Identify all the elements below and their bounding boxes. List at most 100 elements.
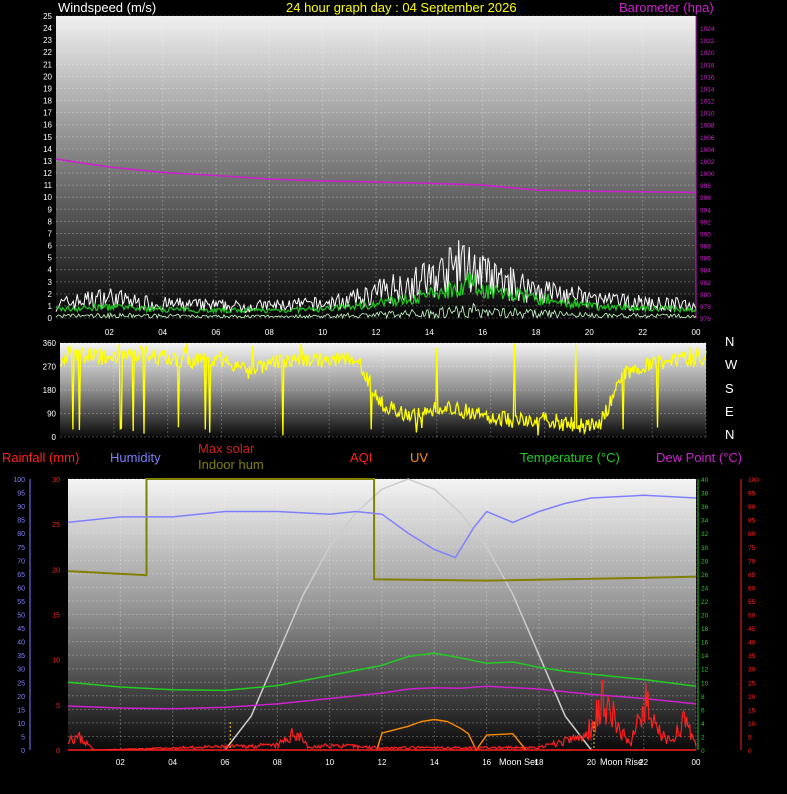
humidity-y-tick: 90 [17, 504, 25, 511]
barometer-y-tick: 990 [700, 231, 711, 238]
humidity-y-tick: 70 [17, 558, 25, 565]
wind-y-tick: 12 [43, 169, 52, 178]
aqi-y-tick: 30 [748, 667, 756, 674]
barometer-y-tick: 1018 [700, 62, 715, 69]
aqi-y-tick: 75 [748, 545, 756, 552]
wind-y-tick: 2 [48, 290, 53, 299]
aqi-y-tick: 10 [748, 721, 756, 728]
temp-x-tick: 16 [482, 758, 491, 767]
wind-y-tick: 10 [43, 193, 52, 202]
aqi-y-tick: 5 [748, 734, 752, 741]
barometer-y-tick: 1008 [700, 123, 715, 130]
temperature-y-tick: 0 [701, 748, 705, 755]
wind-x-tick: 22 [638, 328, 647, 337]
wind-x-tick: 16 [478, 328, 487, 337]
wind-y-tick: 21 [43, 60, 52, 69]
wind-x-tick: 12 [372, 328, 381, 337]
wind-y-tick: 9 [48, 205, 53, 214]
barometer-y-tick: 982 [700, 280, 711, 287]
wind-y-tick: 5 [48, 254, 53, 263]
barometer-y-tick: 1014 [700, 86, 715, 93]
temp-x-tick: 00 [692, 758, 701, 767]
barometer-y-tick: 1002 [700, 159, 715, 166]
temp-x-tick: 12 [378, 758, 387, 767]
moon-rise-marker: Moon Rise [600, 757, 643, 767]
temp-x-tick: 14 [430, 758, 439, 767]
temperature-y-tick: 6 [701, 707, 705, 714]
wind-y-tick: 20 [43, 72, 52, 81]
barometer-y-tick: 1020 [700, 50, 715, 57]
barometer-y-tick: 1006 [700, 135, 715, 142]
temperature-y-tick: 10 [701, 680, 709, 687]
humidity-y-tick: 60 [17, 585, 25, 592]
wind-y-tick: 4 [48, 266, 53, 275]
aqi-y-tick: 25 [748, 680, 756, 687]
wind-y-tick: 25 [43, 12, 52, 21]
temperature-y-tick: 38 [701, 491, 709, 498]
barometer-y-tick: 1022 [700, 38, 715, 45]
wind-y-tick: 0 [48, 314, 53, 323]
aqi-y-tick: 0 [748, 748, 752, 755]
temp-x-tick: 04 [168, 758, 177, 767]
wind-y-tick: 6 [48, 242, 53, 251]
humidity-y-tick: 15 [17, 707, 25, 714]
temperature-y-tick: 28 [701, 558, 709, 565]
barometer-y-tick: 980 [700, 292, 711, 299]
temperature-y-tick: 16 [701, 640, 709, 647]
wind-x-tick: 00 [692, 328, 701, 337]
wind-y-tick: 7 [48, 229, 53, 238]
barometer-y-tick: 1000 [700, 171, 715, 178]
temperature-y-tick: 34 [701, 518, 709, 525]
humidity-y-tick: 85 [17, 518, 25, 525]
wind-y-tick: 22 [43, 48, 52, 57]
temperature-y-tick: 36 [701, 504, 709, 511]
temperature-y-tick: 2 [701, 734, 705, 741]
rainfall-y-tick: 5 [56, 703, 60, 710]
barometer-y-tick: 994 [700, 207, 711, 214]
wind-y-tick: 18 [43, 97, 52, 106]
temperature-y-tick: 22 [701, 599, 709, 606]
direction-y-tick: 270 [43, 363, 57, 372]
aqi-y-tick: 80 [748, 531, 756, 538]
aqi-y-tick: 35 [748, 653, 756, 660]
aqi-y-tick: 70 [748, 558, 756, 565]
humidity-y-tick: 20 [17, 694, 25, 701]
aqi-y-tick: 55 [748, 599, 756, 606]
humidity-y-tick: 10 [17, 721, 25, 728]
wind-y-tick: 16 [43, 121, 52, 130]
wind-y-tick: 23 [43, 36, 52, 45]
wind-y-tick: 17 [43, 109, 52, 118]
temp-x-tick: 20 [587, 758, 596, 767]
barometer-y-tick: 986 [700, 256, 711, 263]
humidity-y-tick: 50 [17, 613, 25, 620]
temperature-y-tick: 18 [701, 626, 709, 633]
temperature-y-tick: 20 [701, 613, 709, 620]
wind-y-tick: 19 [43, 84, 52, 93]
temp-x-tick: 08 [273, 758, 282, 767]
wind-x-tick: 02 [105, 328, 114, 337]
aqi-y-tick: 85 [748, 518, 756, 525]
barometer-y-tick: 988 [700, 244, 711, 251]
barometer-y-tick: 1012 [700, 99, 715, 106]
humidity-y-tick: 95 [17, 491, 25, 498]
aqi-y-tick: 15 [748, 707, 756, 714]
humidity-y-tick: 30 [17, 667, 25, 674]
temp-x-tick: 02 [116, 758, 125, 767]
wind-y-tick: 13 [43, 157, 52, 166]
wind-y-tick: 15 [43, 133, 52, 142]
direction-y-tick: 360 [43, 339, 57, 348]
humidity-y-tick: 75 [17, 545, 25, 552]
humidity-y-tick: 25 [17, 680, 25, 687]
aqi-y-tick: 20 [748, 694, 756, 701]
wind-x-tick: 10 [318, 328, 327, 337]
wind-y-tick: 11 [44, 181, 53, 190]
barometer-y-tick: 1010 [700, 111, 715, 118]
temperature-y-tick: 30 [701, 545, 709, 552]
wind-barometer-chart: 0123456789101112131415161718192021222324… [43, 12, 715, 337]
barometer-y-tick: 978 [700, 304, 711, 311]
aqi-y-tick: 60 [748, 585, 756, 592]
temperature-y-tick: 24 [701, 585, 709, 592]
rainfall-y-tick: 15 [52, 613, 60, 620]
barometer-y-tick: 996 [700, 195, 711, 202]
direction-y-tick: 90 [47, 410, 56, 419]
